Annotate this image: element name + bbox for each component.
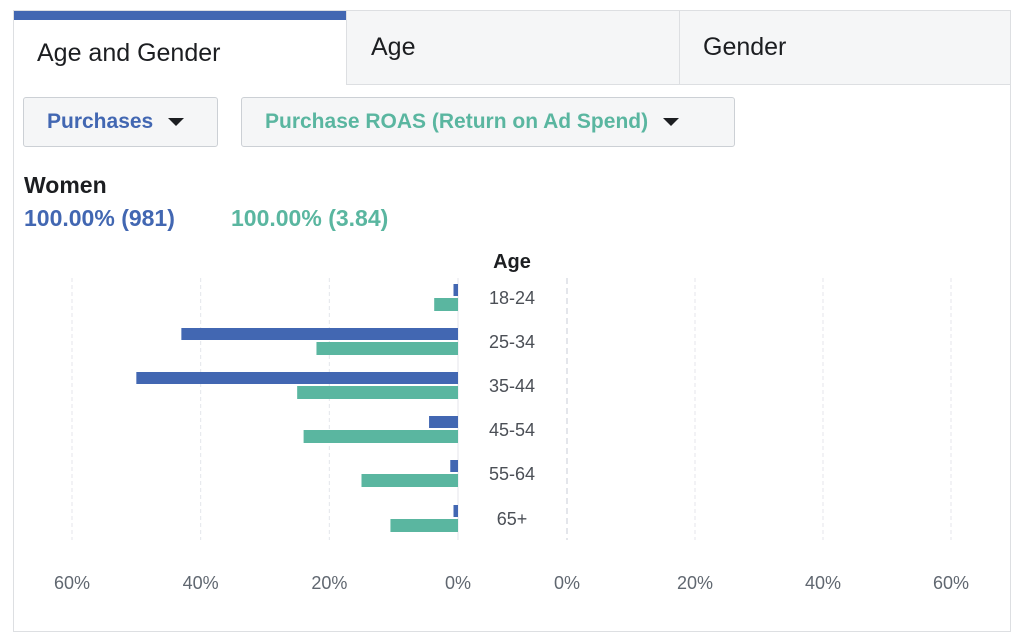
x-tick-label: 0% (445, 573, 471, 593)
x-tick-label: 40% (805, 573, 841, 593)
category-label: 45-54 (489, 420, 535, 440)
purchases-bar (429, 416, 458, 428)
x-tick-label: 60% (933, 573, 969, 593)
x-tick-label: 0% (554, 573, 580, 593)
purchases-bar (136, 372, 459, 384)
purchases-bar (181, 328, 458, 340)
age-butterfly-chart: Age 18-24 25-34 35-44 45-54 55-64 65+ 60% 40% 20%… (54, 251, 969, 593)
age-axis-title: Age (493, 251, 531, 273)
category-label: 35-44 (489, 376, 535, 396)
category-label: 55-64 (489, 464, 535, 484)
x-tick-label: 20% (677, 573, 713, 593)
purchases-bar (453, 284, 458, 296)
x-tick-label: 20% (311, 573, 347, 593)
roas-bar (390, 519, 458, 532)
x-tick-label: 60% (54, 573, 90, 593)
roas-bar (303, 430, 458, 443)
x-tick-label: 40% (183, 573, 219, 593)
roas-bar (361, 474, 458, 487)
roas-bar (316, 342, 458, 355)
category-label: 18-24 (489, 288, 535, 308)
category-label: 25-34 (489, 332, 535, 352)
purchases-bar (453, 505, 458, 517)
purchases-bar (450, 460, 458, 472)
roas-bar (434, 298, 458, 311)
category-label: 65+ (497, 509, 528, 529)
roas-bar (297, 386, 458, 399)
